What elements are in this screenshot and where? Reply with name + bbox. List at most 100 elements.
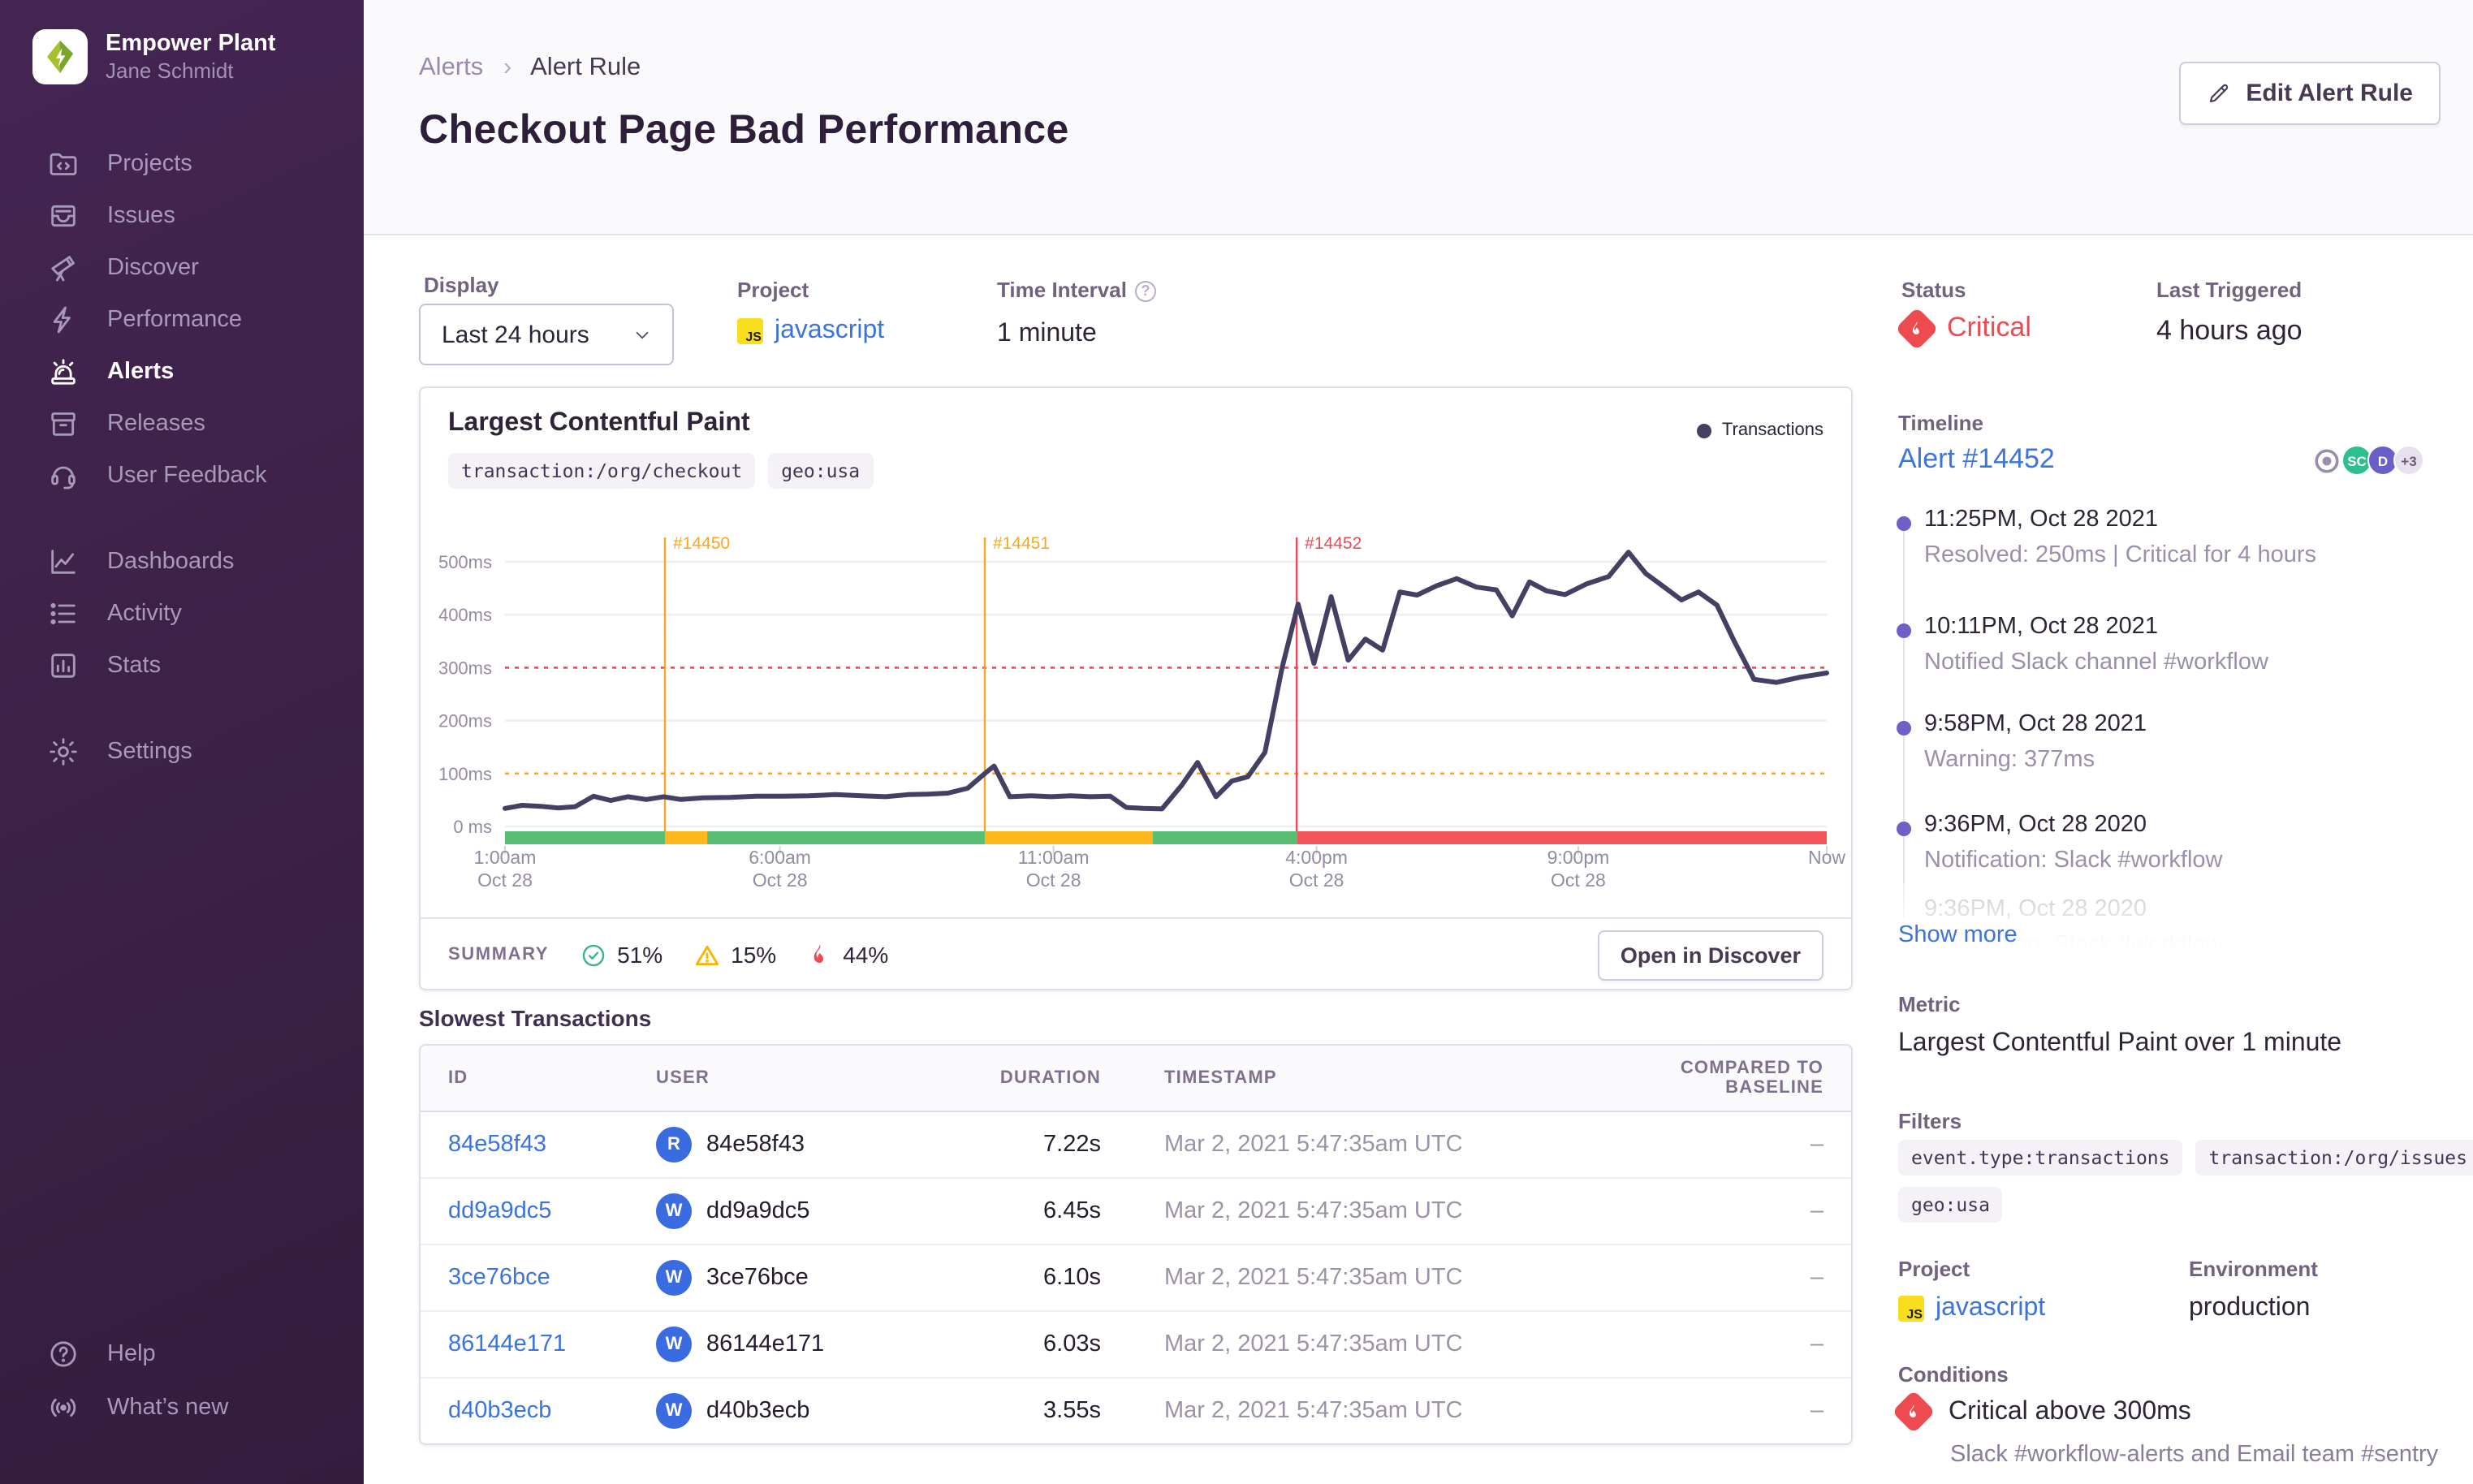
- app-window: Empower Plant Jane Schmidt Projects Issu…: [0, 0, 2473, 1484]
- timestamp: Mar 2, 2021 5:47:35am UTC: [1101, 1376, 1595, 1443]
- breadcrumb: Alerts › Alert Rule: [419, 54, 641, 83]
- sidebar-item-label: Stats: [107, 653, 162, 679]
- breadcrumb-alerts[interactable]: Alerts: [419, 54, 483, 81]
- timeline-bullet: [1897, 822, 1911, 836]
- performance-icon: [47, 304, 80, 336]
- sidebar-item-stats[interactable]: Stats: [0, 641, 364, 690]
- sidebar-item-label: Performance: [107, 307, 243, 333]
- main-content: Display Last 24 hours Project JS javascr…: [364, 237, 2473, 1484]
- help-circle-icon[interactable]: ?: [1134, 280, 1156, 301]
- open-in-discover-button[interactable]: Open in Discover: [1597, 930, 1823, 980]
- timeline-entry-desc: Warning: 377ms: [1924, 747, 2095, 773]
- lcp-chart-card: Largest Contentful Paint transaction:/or…: [419, 386, 1853, 990]
- transaction-id-link[interactable]: 86144e171: [421, 1309, 656, 1377]
- condition-row: Critical above 300ms: [1892, 1390, 2191, 1434]
- lcp-chart-svg: 500ms 400ms 300ms 200ms 100ms 0 ms #14450 #1445…: [438, 534, 1845, 891]
- sidebar-item-settings[interactable]: Settings: [0, 727, 364, 776]
- sidebar-item-label: Projects: [107, 151, 192, 177]
- transaction-id-link[interactable]: 3ce76bce: [421, 1243, 656, 1310]
- avatar: W: [656, 1193, 692, 1228]
- user-id: 3ce76bce: [706, 1264, 809, 1290]
- avatar-overflow-badge[interactable]: +3: [2393, 445, 2424, 476]
- chevron-down-icon: [636, 330, 649, 339]
- timeline-bullet: [1897, 516, 1911, 531]
- user-id: 86144e171: [706, 1331, 825, 1357]
- last-triggered-label: Last Triggered: [2156, 278, 2303, 302]
- duration: 6.45s: [932, 1176, 1101, 1244]
- svg-text:#14450: #14450: [673, 534, 730, 553]
- svg-text:Now: Now: [1808, 847, 1845, 868]
- svg-text:Oct 28: Oct 28: [1551, 869, 1606, 891]
- discover-icon: [47, 252, 80, 284]
- avatar: R: [656, 1126, 692, 1162]
- tag-geo-usa: geo:usa: [768, 453, 874, 489]
- page-title: Checkout Page Bad Performance: [419, 107, 1069, 153]
- transaction-id-link[interactable]: 84e58f43: [421, 1111, 656, 1177]
- baseline: –: [1595, 1376, 1851, 1443]
- tag-transaction-checkout: transaction:/org/checkout: [448, 453, 756, 489]
- time-interval-value: 1 minute: [997, 320, 1097, 347]
- sidebar-item-releases[interactable]: Releases: [0, 399, 364, 448]
- eye-icon: [2315, 448, 2339, 472]
- sidebar-item-performance[interactable]: Performance: [0, 296, 364, 344]
- activity-icon: [47, 597, 80, 630]
- user-id: d40b3ecb: [706, 1397, 810, 1424]
- org-switcher[interactable]: Empower Plant Jane Schmidt: [32, 29, 276, 84]
- projects-icon: [47, 148, 80, 180]
- timeline-entry-time: 10:11PM, Oct 28 2021: [1924, 614, 2159, 640]
- timeline-label: Timeline: [1898, 411, 1984, 435]
- filters-row-2: geo:usa: [1898, 1187, 2003, 1223]
- sidebar-item-projects[interactable]: Projects: [0, 140, 364, 188]
- project-detail-value: javascript: [1936, 1294, 2046, 1322]
- environment-label: Environment: [2189, 1257, 2318, 1281]
- display-label: Display: [424, 273, 499, 297]
- conditions-label: Conditions: [1898, 1362, 2009, 1387]
- sidebar-item-discover[interactable]: Discover: [0, 244, 364, 292]
- project-value: javascript: [775, 317, 885, 344]
- sidebar-item-label: What’s new: [107, 1395, 229, 1421]
- stats-icon: [47, 649, 80, 682]
- alerts-siren-icon: [47, 356, 80, 388]
- project-label: Project: [737, 278, 809, 302]
- table-row: 86144e171 W 86144e171 6.03s Mar 2, 2021 5…: [421, 1309, 1851, 1377]
- edit-alert-rule-button[interactable]: Edit Alert Rule: [2179, 62, 2441, 125]
- empower-plant-logo-icon: [47, 41, 73, 73]
- sidebar-item-user-feedback[interactable]: User Feedback: [0, 451, 364, 500]
- table-row: 3ce76bce W 3ce76bce 6.10s Mar 2, 2021 5:4…: [421, 1243, 1851, 1310]
- critical-fire-icon: [1892, 1390, 1936, 1434]
- environment-value: production: [2189, 1294, 2311, 1322]
- display-period-dropdown[interactable]: Last 24 hours: [419, 304, 674, 365]
- timeline-entry-time: 9:36PM, Oct 28 2020: [1924, 812, 2147, 838]
- alert-number-link[interactable]: Alert #14452: [1898, 443, 2055, 476]
- sidebar-item-issues[interactable]: Issues: [0, 192, 364, 240]
- timeline-entry-desc: Resolved: 250ms | Critical for 4 hours: [1924, 542, 2317, 568]
- sidebar-item-activity[interactable]: Activity: [0, 589, 364, 638]
- sidebar-item-alerts[interactable]: Alerts: [0, 347, 364, 396]
- show-more-link[interactable]: Show more: [1898, 922, 2018, 948]
- project-detail-link[interactable]: JS javascript: [1898, 1294, 2045, 1323]
- timeline-bullet: [1897, 721, 1911, 736]
- warning-triangle-icon: [695, 944, 719, 965]
- project-link[interactable]: JS javascript: [737, 317, 884, 346]
- sidebar: Empower Plant Jane Schmidt Projects Issu…: [0, 0, 364, 1484]
- avatar: W: [656, 1392, 692, 1429]
- table-row: 84e58f43 R 84e58f43 7.22s Mar 2, 2021 5:4…: [421, 1111, 1851, 1177]
- legend-label: Transactions: [1721, 421, 1823, 440]
- table-row: d40b3ecb Wd40b3ecb 3.55s Mar 2, 2021 5:4…: [421, 1376, 1851, 1443]
- issues-icon: [47, 200, 80, 232]
- javascript-platform-icon: JS: [1898, 1296, 1924, 1322]
- col-baseline: COMPARED TO BASELINE: [1595, 1046, 1851, 1111]
- svg-text:500ms: 500ms: [438, 552, 492, 572]
- svg-text:#14451: #14451: [993, 534, 1050, 553]
- sidebar-item-help[interactable]: Help: [0, 1330, 364, 1378]
- summary-ok: 51%: [580, 941, 662, 968]
- sidebar-item-dashboards[interactable]: Dashboards: [0, 537, 364, 586]
- svg-text:#14452: #14452: [1305, 534, 1362, 553]
- transaction-id-link[interactable]: d40b3ecb: [421, 1376, 656, 1443]
- pencil-icon: [2210, 84, 2229, 103]
- svg-text:4:00pm: 4:00pm: [1285, 847, 1348, 868]
- gear-icon: [47, 736, 80, 768]
- transaction-id-link[interactable]: dd9a9dc5: [421, 1176, 656, 1244]
- sidebar-item-whats-new[interactable]: What’s new: [0, 1383, 364, 1432]
- svg-text:400ms: 400ms: [438, 605, 492, 625]
